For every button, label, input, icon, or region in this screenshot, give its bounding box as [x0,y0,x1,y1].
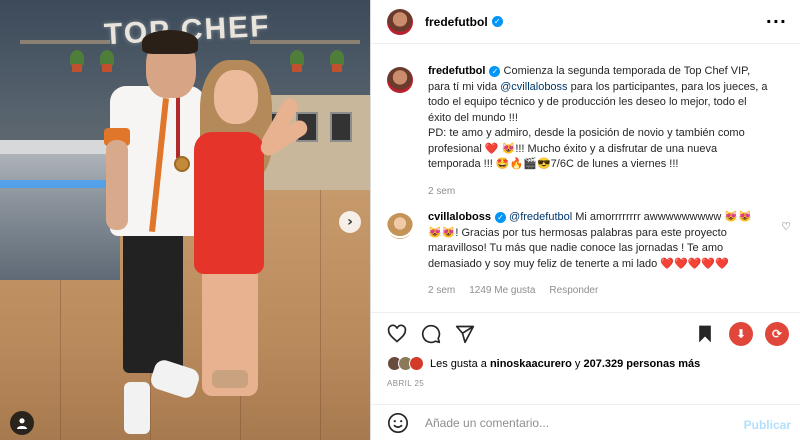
comment-time[interactable]: 2 sem [428,283,455,299]
action-bar: ⬇ ⟳ [371,312,800,356]
medal [174,156,190,172]
next-image-button[interactable]: › [339,211,361,233]
pot [332,64,342,72]
post-date[interactable]: ABRIL 25 [387,379,424,388]
like-button[interactable] [385,322,409,346]
comment-avatar[interactable] [387,213,413,239]
add-comment-bar: Publicar [371,404,800,440]
man-arm [106,140,128,230]
author-username[interactable]: fredefutbol [425,15,488,29]
reply-button[interactable]: Responder [549,283,598,299]
man-pants [123,228,183,373]
caption-mention[interactable]: @cvillaloboss [500,81,567,93]
share-button[interactable] [453,322,477,346]
pot [102,64,112,72]
shelf [20,40,110,44]
counter-led [0,180,115,188]
publish-button[interactable]: Publicar [744,418,791,432]
download-icon: ⬇ [735,327,747,341]
chevron-right-icon: › [347,214,353,230]
repost-button[interactable]: ⟳ [765,322,789,346]
oven [330,112,352,142]
pot [292,64,302,72]
liker-avatar[interactable] [409,356,424,371]
comment-username[interactable]: cvillaloboss [428,211,491,223]
woman-face [214,70,258,124]
liker-username[interactable]: ninoskaacurero [490,358,572,370]
author-avatar[interactable] [387,8,413,35]
comment-likes[interactable]: 1249 Me gusta [469,283,535,299]
post-header: fredefutbol ✓ ··· [371,0,800,44]
likes-count[interactable]: 207.329 personas más [583,358,700,370]
comment-button[interactable] [419,322,443,346]
repost-icon: ⟳ [771,327,783,341]
caption-username[interactable]: fredefutbol [428,65,485,77]
comment-like-icon[interactable]: ♡ [781,220,791,233]
caption: fredefutbol ✓ Comienza la segunda tempora… [387,64,768,199]
post-side-panel: fredefutbol ✓ ··· fredefutbol ✓ Comienza … [370,0,800,440]
send-icon [455,325,475,344]
likes-text: Les gusta a ninoskaacurero y 207.329 per… [430,358,700,370]
bookmark-icon [699,325,711,343]
more-horizontal-icon[interactable]: ··· [766,12,787,31]
pot [72,64,82,72]
caption-avatar[interactable] [387,67,413,93]
comment-icon [421,324,441,344]
likes-summary: Les gusta a ninoskaacurero y 207.329 per… [387,356,700,371]
verified-icon: ✓ [489,66,501,77]
caption-time[interactable]: 2 sem [428,184,455,200]
comment: cvillaloboss ✓ @fredefutbol Mi amorrrrrrr… [387,210,758,299]
likes-middle: y [571,357,584,370]
man-shoe [124,382,150,434]
comments-list[interactable]: fredefutbol ✓ Comienza la segunda tempora… [371,44,800,314]
download-button[interactable]: ⬇ [729,322,753,346]
comment-input[interactable] [425,415,725,430]
user-tag-icon [17,418,27,429]
save-button[interactable] [693,322,717,346]
likes-prefix: Les gusta a [430,357,490,370]
verified-icon: ✓ [491,16,503,27]
man-hair [142,30,198,54]
comment-mention[interactable]: @fredefutbol [509,211,572,223]
caption-text: PD: te amo y admiro, desde la posición d… [428,127,745,170]
post-image[interactable]: TOP CHEF › [0,0,370,440]
floor-plank [320,190,321,440]
smiley-icon[interactable] [387,412,409,434]
medal-ribbon [176,96,180,158]
heart-icon [387,324,407,343]
verified-icon: ✓ [494,212,506,223]
woman-red-dress [194,132,264,274]
tagged-users-button[interactable] [10,411,34,435]
kitchen-counter [0,140,120,280]
woman-shoe [212,370,248,388]
